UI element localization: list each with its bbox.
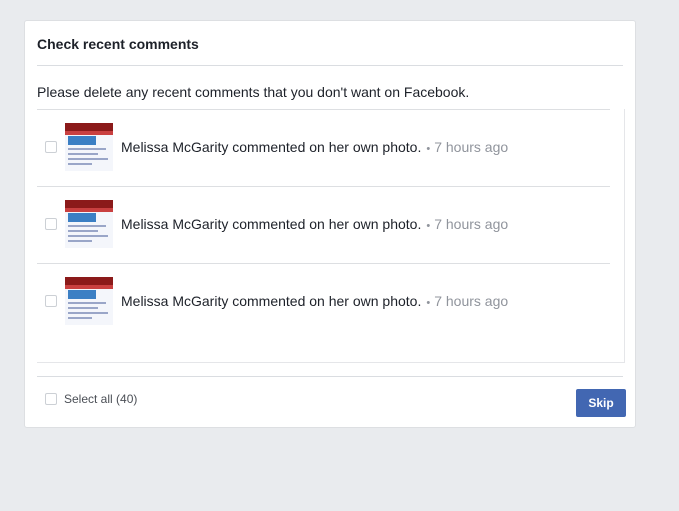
list-item: Melissa McGarity commented on her own ph…	[37, 109, 610, 186]
comment-timestamp: 7 hours ago	[434, 293, 509, 309]
list-item: Melissa McGarity commented on her own ph…	[37, 263, 610, 340]
separator-dot: •	[426, 143, 431, 155]
dialog-title: Check recent comments	[37, 36, 199, 52]
photo-thumbnail	[65, 123, 113, 171]
comment-description: Melissa McGarity commented on her own ph…	[121, 216, 422, 232]
photo-thumbnail	[65, 277, 113, 325]
list-item: Melissa McGarity commented on her own ph…	[37, 186, 610, 263]
comment-checkbox[interactable]	[45, 295, 57, 307]
comment-timestamp: 7 hours ago	[434, 216, 509, 232]
comment-checkbox[interactable]	[45, 141, 57, 153]
check-comments-dialog: Check recent comments Please delete any …	[24, 20, 636, 428]
comments-list[interactable]: Melissa McGarity commented on her own ph…	[37, 109, 625, 363]
comment-checkbox[interactable]	[45, 218, 57, 230]
separator-dot: •	[426, 297, 431, 309]
skip-button[interactable]: Skip	[576, 389, 626, 417]
comment-description: Melissa McGarity commented on her own ph…	[121, 293, 422, 309]
comment-timestamp: 7 hours ago	[434, 139, 509, 155]
footer-divider	[37, 376, 623, 377]
select-all-label[interactable]: Select all (40)	[64, 392, 137, 406]
select-all-checkbox[interactable]	[45, 393, 57, 405]
photo-thumbnail	[65, 200, 113, 248]
header-divider	[37, 65, 623, 66]
separator-dot: •	[426, 220, 431, 232]
comment-description: Melissa McGarity commented on her own ph…	[121, 139, 422, 155]
instructions-text: Please delete any recent comments that y…	[37, 84, 470, 100]
